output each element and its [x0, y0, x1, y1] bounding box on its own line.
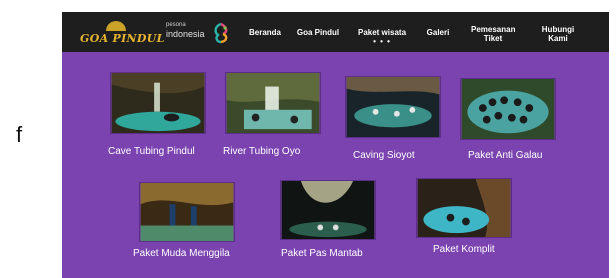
pesona-indonesia-logo: pesona indonesia [166, 22, 246, 44]
nav-beranda[interactable]: Beranda [247, 28, 283, 37]
river-tubing-oyo-image [225, 72, 321, 134]
nav-galeri-label: Galeri [426, 28, 450, 37]
paket-komplit-image [416, 178, 512, 238]
nav-goa-pindul-label: Goa Pindul [296, 28, 340, 37]
package-label: Cave Tubing Pindul [108, 146, 195, 157]
package-card-cave-tubing-pindul[interactable]: Cave Tubing Pindul [108, 72, 220, 172]
package-label: Paket Pas Mantab [281, 248, 363, 259]
website-frame: GOA PINDUL pesona indonesia Beranda Goa … [62, 12, 609, 278]
package-label: Paket Muda Menggila [133, 248, 230, 259]
nav-more-dots: • • • [373, 37, 391, 46]
paket-pas-mantab-image [280, 180, 376, 240]
nav-pemesanan-tiket[interactable]: Pemesanan Tiket [471, 25, 515, 43]
partner-small-text: pesona [166, 22, 186, 28]
paket-anti-galau-image [460, 78, 556, 140]
pesona-indonesia-emblem-icon [214, 22, 228, 44]
package-label: Caving Sioyot [353, 150, 415, 161]
package-label: Paket Komplit [433, 244, 495, 255]
cave-tubing-pindul-image [110, 72, 206, 134]
nav-goa-pindul[interactable]: Goa Pindul [293, 28, 343, 37]
nav-beranda-label: Beranda [248, 28, 281, 37]
nav-hubungi-kami[interactable]: Hubungi Kami [541, 25, 575, 43]
nav-hubungi-kami-label: Hubungi Kami [541, 25, 575, 43]
package-card-paket-muda-menggila[interactable]: Paket Muda Menggila [133, 182, 259, 272]
caving-sioyot-image [345, 76, 441, 138]
logo-sun-icon [106, 21, 126, 31]
stray-character: f [16, 122, 23, 147]
nav-paket-wisata[interactable]: Paket wisata • • • [354, 28, 410, 46]
nav-pemesanan-tiket-label: Pemesanan Tiket [471, 25, 516, 43]
goa-pindul-logo[interactable]: GOA PINDUL [80, 21, 164, 47]
top-navbar: GOA PINDUL pesona indonesia Beranda Goa … [62, 12, 609, 52]
partner-big-text: indonesia [166, 29, 205, 39]
package-card-river-tubing-oyo[interactable]: River Tubing Oyo [223, 72, 335, 172]
nav-galeri[interactable]: Galeri [423, 28, 453, 37]
nav-paket-wisata-label: Paket wisata [357, 28, 407, 37]
package-card-paket-komplit[interactable]: Paket Komplit [416, 178, 526, 268]
package-card-paket-anti-galau[interactable]: Paket Anti Galau [460, 78, 570, 178]
logo-text: GOA PINDUL [80, 32, 165, 45]
paket-muda-menggila-image [139, 182, 235, 242]
package-label: Paket Anti Galau [468, 150, 543, 161]
screenshot-stage: f GOA PINDUL pesona indonesia Beranda Go… [0, 0, 616, 278]
package-label: River Tubing Oyo [223, 146, 301, 157]
package-card-paket-pas-mantab[interactable]: Paket Pas Mantab [280, 180, 390, 270]
package-card-caving-sioyot[interactable]: Caving Sioyot [345, 76, 455, 176]
